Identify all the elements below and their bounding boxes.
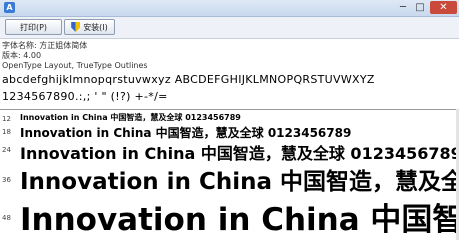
sample-text: Innovation in China 中国智造，慧及全球 0123456789 [20, 169, 456, 195]
sample-text: Innovation in China 中国智造，慧及全球 0123456789 [20, 113, 241, 122]
sample-size-label: 12 [2, 115, 11, 123]
title-bar: A ─ □ ✕ [0, 0, 459, 17]
version-text: 版本: 4.00 [2, 51, 42, 60]
print-button-label: 打印(P) [19, 22, 48, 32]
alphabet-line: abcdefghijklmnopqrstuvwxyz ABCDEFGHIJKLM… [2, 73, 375, 86]
sample-text: Innovation in China 中国智造，慧及全球 0123456789 [20, 126, 352, 140]
close-icon[interactable]: ✕ [430, 1, 457, 14]
font-name-text: 字体名称: 方正姐体简体 [2, 41, 88, 50]
sample-size-label: 48 [2, 214, 11, 222]
install-button-label: 安装(I) [83, 22, 108, 32]
shield-icon [71, 22, 81, 32]
sample-size-label: 18 [2, 128, 11, 136]
toolbar: 打印(P) 安装(I) [0, 17, 459, 39]
sample-size-label: 24 [2, 146, 11, 154]
sample-size-label: 36 [2, 176, 11, 184]
sample-text: Innovation in China 中国智造，慧及全球 0123456789 [20, 144, 456, 163]
digits-punctuation-line: 1234567890.:,; ' " (!?) +-*/= [2, 90, 168, 103]
font-viewer-icon: A [4, 2, 15, 13]
print-button[interactable]: 打印(P) [5, 19, 62, 35]
maximize-icon[interactable]: □ [412, 1, 428, 14]
divider [0, 109, 459, 110]
minimize-icon[interactable]: ─ [395, 1, 411, 14]
install-button[interactable]: 安装(I) [64, 19, 115, 35]
outline-text: OpenType Layout, TrueType Outlines [2, 61, 148, 70]
sample-text: Innovation in China 中国智造，慧及全球 0123456789 [20, 202, 456, 238]
